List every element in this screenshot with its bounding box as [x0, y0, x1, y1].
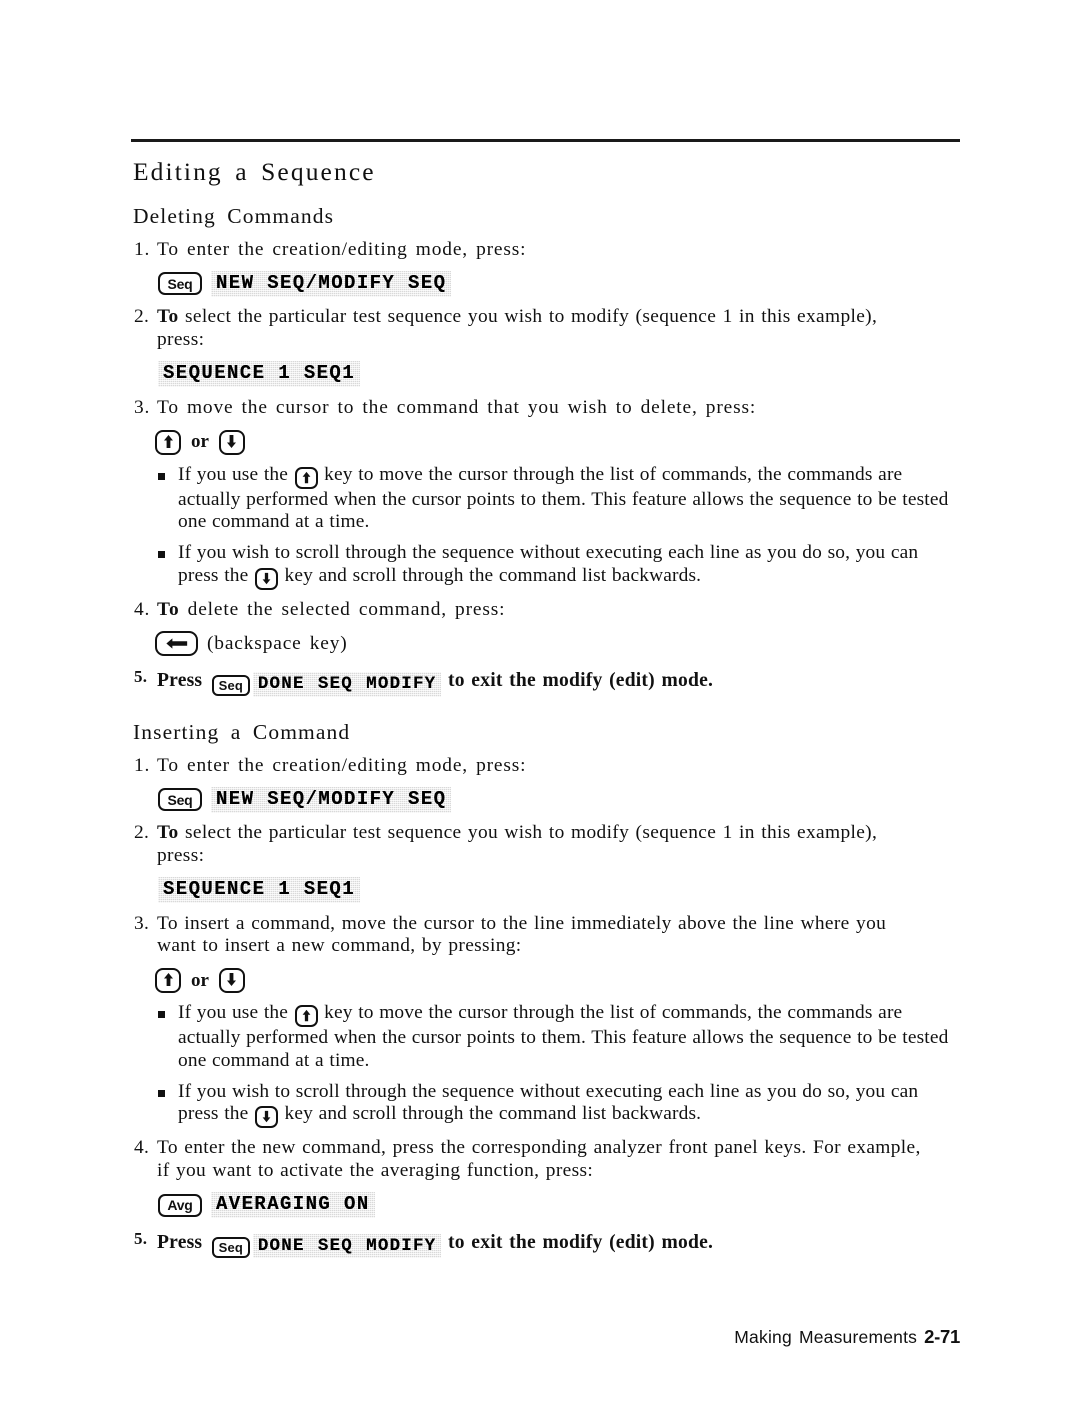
section-heading-deleting-commands: Deleting Commands	[133, 203, 335, 228]
seq-hardkey[interactable]: Seq	[158, 788, 202, 812]
step-item: 2. To select the particular test sequenc…	[131, 822, 961, 867]
key-sequence-row: Avg AVERAGING ON	[158, 1192, 961, 1219]
footer-page-number: 2-71	[924, 1326, 960, 1347]
key-sequence-row: or	[155, 429, 961, 456]
step-item: 4. To enter the new command, press the c…	[131, 1137, 961, 1182]
page-content: Editing a Sequence Deleting Commands 1. …	[131, 152, 961, 1258]
page-title: Editing a Sequence	[133, 157, 376, 186]
step-text-continued: press:	[157, 845, 205, 867]
bullet-text-pre: If you use the	[178, 463, 294, 485]
step-number: 3.	[134, 912, 150, 934]
softkey-new-seq-modify-seq[interactable]: NEW SEQ/MODIFY SEQ	[211, 787, 451, 813]
up-arrow-key[interactable]	[155, 968, 181, 994]
bullet-text-post: key and scroll through the command list …	[278, 564, 702, 586]
or-label: or	[191, 969, 209, 991]
step-lead-word: To	[157, 598, 180, 620]
step-text-continued: press:	[157, 329, 205, 351]
step-text: To enter the creation/editing mode, pres…	[157, 754, 527, 776]
list-item: If you use the key to move the cursor th…	[131, 1002, 961, 1072]
step-item: 5. Press Seq DONE SEQ MODIFY to exit the …	[131, 667, 961, 697]
step-lead-word: To	[157, 306, 179, 328]
down-arrow-key[interactable]	[218, 429, 245, 455]
step-text: To move the cursor to the command that y…	[157, 396, 757, 418]
footer-chapter-title: Making Measurements	[734, 1327, 918, 1347]
page-footer: Making Measurements 2-71	[0, 1326, 960, 1348]
softkey-sequence-1-seq1[interactable]: SEQUENCE 1 SEQ1	[158, 361, 360, 387]
step-item: 1. To enter the creation/editing mode, p…	[131, 755, 961, 778]
step-lead-word: To	[157, 822, 179, 844]
list-item: If you use the key to move the cursor th…	[131, 464, 961, 534]
up-arrow-key[interactable]	[155, 429, 181, 455]
header-rule	[131, 139, 960, 142]
square-bullet-icon	[158, 550, 165, 558]
softkey-done-seq-modify[interactable]: DONE SEQ MODIFY	[253, 672, 442, 696]
step-text: select the particular test sequence you …	[178, 306, 878, 328]
key-sequence-row: or	[155, 967, 961, 994]
step-number: 2.	[134, 306, 150, 328]
square-bullet-icon	[158, 1011, 165, 1019]
key-sequence-row: Seq NEW SEQ/MODIFY SEQ	[158, 786, 961, 813]
step-item: 3. To move the cursor to the command tha…	[131, 397, 961, 420]
softkey-sequence-1-seq1[interactable]: SEQUENCE 1 SEQ1	[158, 877, 360, 903]
step-number: 4.	[134, 1137, 150, 1159]
step-text-post: to exit the modify (edit) mode.	[441, 1231, 714, 1253]
step-number: 4.	[134, 598, 151, 620]
softkey-new-seq-modify-seq[interactable]: NEW SEQ/MODIFY SEQ	[211, 271, 451, 297]
step-text-continued: want to insert a new command, by pressin…	[157, 935, 522, 957]
or-label: or	[191, 431, 209, 453]
list-item: If you wish to scroll through the sequen…	[131, 1081, 961, 1129]
key-sequence-row: SEQUENCE 1 SEQ1	[158, 361, 961, 388]
step-text: To insert a command, move the cursor to …	[157, 912, 887, 934]
up-arrow-key[interactable]	[294, 1005, 318, 1028]
step-item: 3. To insert a command, move the cursor …	[131, 913, 961, 958]
step-number: 1.	[134, 754, 151, 776]
step-text-continued: if you want to activate the averaging fu…	[157, 1159, 594, 1181]
step-number: 2.	[134, 822, 150, 844]
bullet-list: If you use the key to move the cursor th…	[131, 464, 961, 590]
down-arrow-key[interactable]	[254, 1106, 278, 1129]
key-sequence-row: (backspace key)	[155, 630, 961, 657]
softkey-averaging-on[interactable]: AVERAGING ON	[211, 1192, 375, 1218]
square-bullet-icon	[158, 472, 165, 480]
step-text-pre: Press	[157, 670, 209, 692]
avg-hardkey[interactable]: Avg	[158, 1193, 202, 1217]
backspace-key[interactable]	[155, 631, 198, 657]
step-item: 4. To delete the selected command, press…	[131, 599, 961, 622]
step-text: To enter the creation/editing mode, pres…	[157, 238, 527, 260]
down-arrow-key[interactable]	[218, 968, 245, 994]
step-item: 5. Press Seq DONE SEQ MODIFY to exit the …	[131, 1228, 961, 1258]
seq-hardkey[interactable]: Seq	[211, 1236, 250, 1258]
bullet-text-pre: If you use the	[178, 1002, 294, 1024]
section-heading-inserting-a-command: Inserting a Command	[133, 719, 351, 744]
document-page: Editing a Sequence Deleting Commands 1. …	[0, 0, 1080, 1408]
up-arrow-key[interactable]	[294, 466, 318, 489]
step-item: 1. To enter the creation/editing mode, p…	[131, 239, 961, 262]
step-text-post: to exit the modify (edit) mode.	[441, 670, 714, 692]
step-text-pre: Press	[157, 1231, 209, 1253]
step-item: 2. To select the particular test sequenc…	[131, 306, 961, 351]
step-text: select the particular test sequence you …	[178, 822, 878, 844]
step-text: To enter the new command, press the corr…	[157, 1137, 921, 1159]
bullet-list: If you use the key to move the cursor th…	[131, 1002, 961, 1129]
down-arrow-key[interactable]	[254, 567, 278, 590]
square-bullet-icon	[158, 1089, 165, 1097]
step-text: delete the selected command, press:	[179, 598, 506, 620]
key-sequence-row: SEQUENCE 1 SEQ1	[158, 877, 961, 904]
softkey-done-seq-modify[interactable]: DONE SEQ MODIFY	[253, 1234, 442, 1258]
key-sequence-row: Seq NEW SEQ/MODIFY SEQ	[158, 270, 961, 297]
backspace-key-caption: (backspace key)	[207, 632, 348, 654]
list-item: If you wish to scroll through the sequen…	[131, 542, 961, 590]
seq-hardkey[interactable]: Seq	[158, 272, 202, 296]
bullet-text-post: key and scroll through the command list …	[278, 1103, 702, 1125]
step-number: 1.	[134, 238, 151, 260]
step-number: 3.	[134, 396, 151, 418]
step-number: 5.	[134, 1228, 148, 1248]
step-number: 5.	[134, 667, 148, 687]
seq-hardkey[interactable]: Seq	[211, 675, 250, 697]
